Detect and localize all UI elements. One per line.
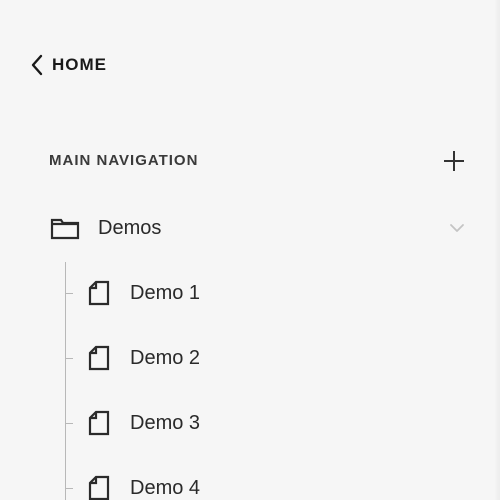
page-item-label: Demo 2 — [130, 346, 201, 369]
page-item-label: Demo 4 — [130, 476, 201, 499]
page-item-demo-1[interactable]: Demo 1 — [65, 273, 465, 313]
tree-tick — [65, 422, 73, 424]
section-title: MAIN NAVIGATION — [49, 152, 199, 169]
page-item-demo-3[interactable]: Demo 3 — [65, 403, 465, 443]
page-icon — [87, 279, 111, 307]
tree-tick — [65, 357, 73, 359]
home-back-link[interactable]: HOME — [30, 50, 107, 80]
page-icon — [87, 474, 111, 500]
chevron-down-icon[interactable] — [449, 220, 465, 236]
folder-label: Demos — [98, 216, 162, 239]
navigation-panel: HOME MAIN NAVIGATION Demos Demo 1 Demo 2… — [0, 0, 500, 500]
panel-edge-shadow — [494, 0, 500, 500]
page-item-demo-4[interactable]: Demo 4 — [65, 468, 465, 500]
page-icon — [87, 409, 111, 437]
home-label: HOME — [52, 55, 107, 74]
chevron-left-icon — [30, 54, 44, 76]
folder-icon — [48, 214, 82, 242]
folder-demos[interactable]: Demos — [48, 208, 473, 248]
page-item-label: Demo 3 — [130, 411, 201, 434]
plus-icon — [442, 149, 466, 178]
tree-tick — [65, 292, 73, 294]
tree-tick — [65, 487, 73, 489]
add-page-button[interactable] — [440, 149, 468, 177]
page-item-label: Demo 1 — [130, 281, 201, 304]
page-item-demo-2[interactable]: Demo 2 — [65, 338, 465, 378]
page-icon — [87, 344, 111, 372]
